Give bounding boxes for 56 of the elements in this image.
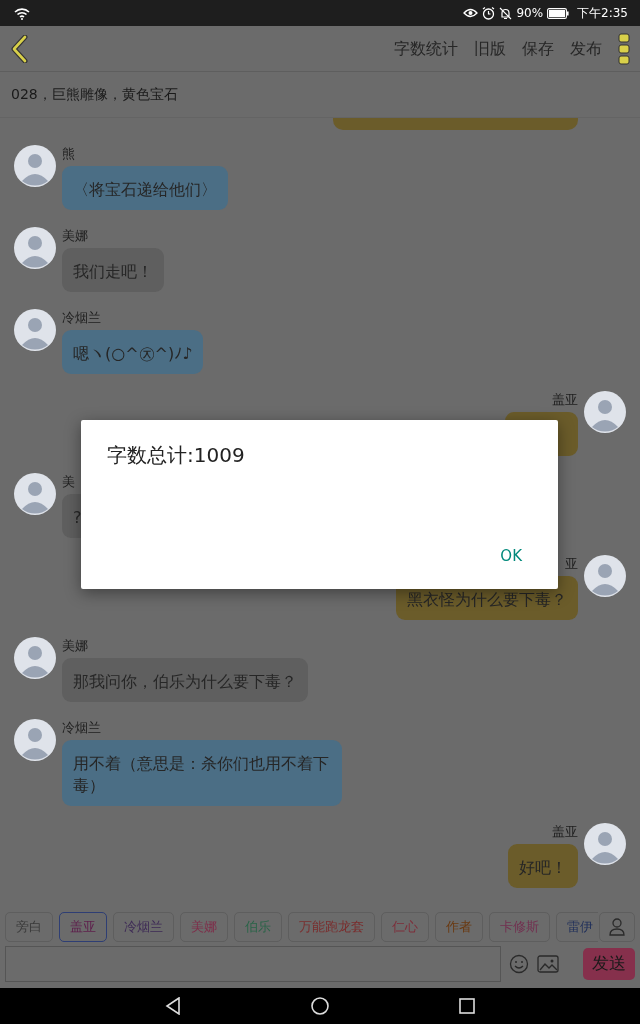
- speaker-name: 冷烟兰: [62, 309, 102, 327]
- alarm-icon: [482, 6, 496, 20]
- battery-percentage: 90%: [516, 5, 544, 22]
- back-nav-icon[interactable]: [165, 997, 181, 1015]
- message-bubble: 我们走吧！: [62, 248, 164, 292]
- eye-icon: [463, 7, 479, 19]
- toolbar-action[interactable]: 发布: [570, 36, 602, 61]
- avatar: [14, 309, 56, 351]
- character-tab[interactable]: 作者: [435, 912, 483, 942]
- send-button[interactable]: 发送: [583, 948, 635, 980]
- character-tab[interactable]: 盖亚: [59, 912, 107, 942]
- speaker-name: 冷烟兰: [62, 719, 102, 737]
- wifi-icon: [14, 6, 30, 20]
- avatar: [14, 719, 56, 761]
- avatar: [14, 227, 56, 269]
- toolbar-action[interactable]: 字数统计: [394, 36, 458, 61]
- character-tab[interactable]: 卡修斯: [489, 912, 550, 942]
- avatar: [584, 555, 626, 597]
- more-menu-icon[interactable]: [618, 32, 630, 65]
- character-manager-button[interactable]: [599, 912, 635, 942]
- back-icon[interactable]: [10, 34, 30, 63]
- avatar: [14, 637, 56, 679]
- message-bubble: 用不着（意思是：杀你们也用不着下毒）: [62, 740, 342, 806]
- speaker-name: 美娜: [62, 227, 89, 245]
- chapter-title: 028，巨熊雕像，黄色宝石: [11, 85, 178, 104]
- battery-icon: [547, 7, 570, 19]
- avatar: [14, 473, 56, 515]
- speaker-name: 亚: [565, 555, 578, 573]
- speaker-name: 盖亚: [552, 823, 578, 841]
- message-bubble: 嗯ヽ(○^㉨^)ﾉ♪: [62, 330, 204, 374]
- avatar: [584, 823, 626, 865]
- clock-time: 下午2:35: [577, 5, 628, 22]
- character-tab[interactable]: 雷伊: [556, 912, 598, 942]
- emoji-icon[interactable]: [509, 954, 529, 974]
- toolbar-action[interactable]: 保存: [522, 36, 554, 61]
- character-tab[interactable]: 伯乐: [234, 912, 282, 942]
- dialog-message: 字数总计:1009: [107, 442, 245, 469]
- avatar: [14, 145, 56, 187]
- speaker-name: 熊: [62, 145, 76, 163]
- recents-nav-icon[interactable]: [459, 998, 475, 1014]
- avatar: [584, 391, 626, 433]
- message-bubble: 那我问你，伯乐为什么要下毒？: [62, 658, 308, 702]
- toolbar-action[interactable]: 旧版: [474, 36, 506, 61]
- message-bubble: 〈将宝石递给他们〉: [62, 166, 228, 210]
- character-tab[interactable]: 仁心: [381, 912, 429, 942]
- speaker-name: 美: [62, 473, 76, 491]
- ok-button[interactable]: OK: [490, 540, 532, 571]
- bell-off-icon: [499, 6, 513, 20]
- home-nav-icon[interactable]: [311, 997, 329, 1015]
- message-bubble: 好吧！: [508, 844, 578, 888]
- image-icon[interactable]: [537, 955, 559, 973]
- character-tab[interactable]: 冷烟兰: [113, 912, 174, 942]
- speaker-name: 美娜: [62, 637, 89, 655]
- character-tab[interactable]: 美娜: [180, 912, 228, 942]
- speaker-name: 盖亚: [552, 391, 578, 409]
- person-icon: [609, 918, 625, 936]
